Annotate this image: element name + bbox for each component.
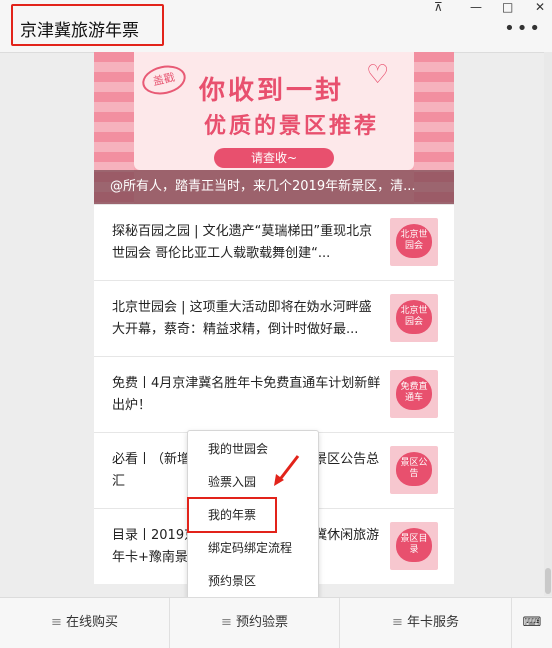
thumbnail-heart-label: 景区公告 — [396, 452, 432, 486]
close-icon[interactable]: ✕ — [535, 0, 545, 14]
heart-icon: ♡ — [366, 60, 390, 90]
banner-image[interactable]: 盖戳 你收到一封 优质的景区推荐 ♡ 请查收~ @所有人，踏青正当时，来几个20… — [94, 52, 454, 204]
article-title: 免费丨4月京津冀名胜年卡免费直通车计划新鲜出炉！ — [112, 376, 381, 413]
menu-item-reserve-scenic[interactable]: 预约景区 — [188, 565, 318, 597]
tab-annual-card-service[interactable]: ≡ 年卡服务 — [340, 598, 512, 648]
banner-headline-1: 你收到一封 — [199, 76, 345, 106]
minimize-icon[interactable]: — — [470, 0, 482, 14]
scrollbar-thumb[interactable] — [545, 568, 551, 594]
tab-reserve-check[interactable]: ≡ 预约验票 — [170, 598, 340, 648]
window-title: 京津冀旅游年票 — [20, 21, 139, 41]
thumbnail-heart-label: 北京世园会 — [396, 300, 432, 334]
thumbnail-heart-label: 北京世园会 — [396, 224, 432, 258]
menu-lines-icon: ≡ — [221, 615, 232, 630]
article-title: 北京世园会 | 这项重大活动即将在妫水河畔盛大开幕，蔡奇：精益求精，倒计时做好最… — [112, 300, 372, 337]
article-item[interactable]: 北京世园会 | 这项重大活动即将在妫水河畔盛大开幕，蔡奇：精益求精，倒计时做好最… — [94, 280, 454, 356]
scrollbar-track[interactable] — [544, 52, 552, 596]
banner-caption[interactable]: @所有人，踏青正当时，来几个2019年新景区，清... — [94, 170, 454, 204]
pin-icon[interactable]: ⊼ — [434, 0, 443, 14]
bottom-menu-bar: ≡ 在线购买 ≡ 预约验票 ≡ 年卡服务 ⌨ — [0, 597, 552, 648]
article-item[interactable]: 免费丨4月京津冀名胜年卡免费直通车计划新鲜出炉！ 免费直通车 — [94, 356, 454, 432]
thumbnail-heart-label: 免费直通车 — [396, 376, 432, 410]
banner-headline-2: 优质的景区推荐 — [204, 114, 380, 139]
annotation-arrow-icon — [274, 455, 300, 486]
annotation-highlight-box — [187, 497, 277, 533]
tab-label: 在线购买 — [65, 615, 118, 630]
tab-label: 年卡服务 — [406, 615, 459, 630]
article-thumbnail: 免费直通车 — [390, 370, 438, 418]
article-thumbnail: 景区目录 — [390, 522, 438, 570]
tab-label: 预约验票 — [235, 615, 288, 630]
article-thumbnail: 北京世园会 — [390, 218, 438, 266]
more-options-icon[interactable]: ••• — [504, 20, 542, 38]
tab-online-buy[interactable]: ≡ 在线购买 — [0, 598, 170, 648]
window-titlebar: 京津冀旅游年票 ⊼ — □ ✕ ••• — [0, 0, 552, 53]
article-thumbnail: 北京世园会 — [390, 294, 438, 342]
menu-item-binding-flow[interactable]: 绑定码绑定流程 — [188, 532, 318, 564]
keyboard-icon: ⌨ — [522, 615, 542, 630]
thumbnail-heart-label: 景区目录 — [396, 528, 432, 562]
menu-lines-icon: ≡ — [51, 615, 62, 630]
banner-check-button: 请查收~ — [214, 148, 334, 168]
article-title: 探秘百园之园 | 文化遗产“莫瑞梯田”重现北京世园会 哥伦比亚工人载歌载舞创建“… — [112, 224, 373, 261]
maximize-icon[interactable]: □ — [502, 0, 513, 14]
article-thumbnail: 景区公告 — [390, 446, 438, 494]
menu-lines-icon: ≡ — [392, 615, 403, 630]
article-item[interactable]: 探秘百园之园 | 文化遗产“莫瑞梯田”重现北京世园会 哥伦比亚工人载歌载舞创建“… — [94, 204, 454, 280]
keyboard-toggle-button[interactable]: ⌨ — [512, 598, 552, 648]
